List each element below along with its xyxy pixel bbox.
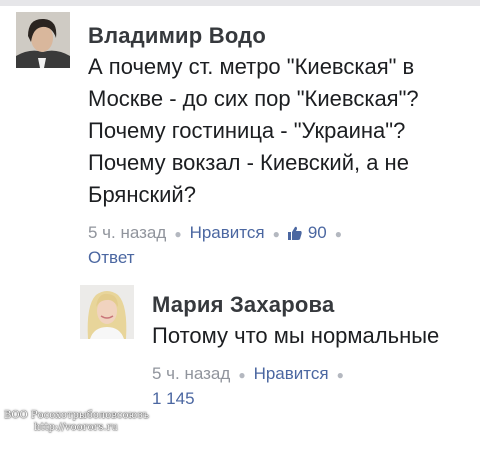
comment-author[interactable]: Владимир Водо [88, 22, 458, 50]
watermark-line: ВОО Росохотрыболовсоюзъ [4, 410, 150, 421]
like-count[interactable]: 1 145 [152, 389, 195, 408]
avatar-photo [16, 12, 70, 68]
watermark: ВОО Росохотрыболовсоюзъ http://voorors.r… [4, 410, 149, 434]
reply-button[interactable]: Ответ [88, 248, 135, 267]
avatar[interactable] [80, 285, 134, 339]
comment-timestamp[interactable]: 5 ч. назад [88, 223, 166, 242]
watermark-url: http://voorors.ru [34, 422, 118, 433]
comment-timestamp[interactable]: 5 ч. назад [152, 364, 230, 383]
comment-actions: 5 ч. назад ● Нравится ● 1 145 [152, 362, 452, 411]
like-button[interactable]: Нравится [190, 223, 265, 242]
avatar[interactable] [16, 12, 70, 68]
separator-dot: ● [334, 227, 342, 241]
separator-dot: ● [238, 368, 246, 382]
thumbs-up-icon [287, 226, 302, 240]
avatar-photo [80, 285, 134, 339]
separator-dot: ● [336, 368, 344, 382]
comment-text: Потому что мы нормальные [152, 323, 440, 348]
like-button[interactable]: Нравится [254, 364, 329, 383]
separator-dot: ● [272, 227, 280, 241]
like-count[interactable]: 90 [287, 223, 327, 242]
top-divider [0, 0, 480, 6]
separator-dot: ● [174, 227, 182, 241]
comment-text: А почему ст. метро "Киевская" в Москве -… [88, 54, 419, 207]
comment-author[interactable]: Мария Захарова [152, 291, 452, 319]
comment-actions: 5 ч. назад ● Нравится ● 90 ● Ответ [88, 221, 458, 270]
